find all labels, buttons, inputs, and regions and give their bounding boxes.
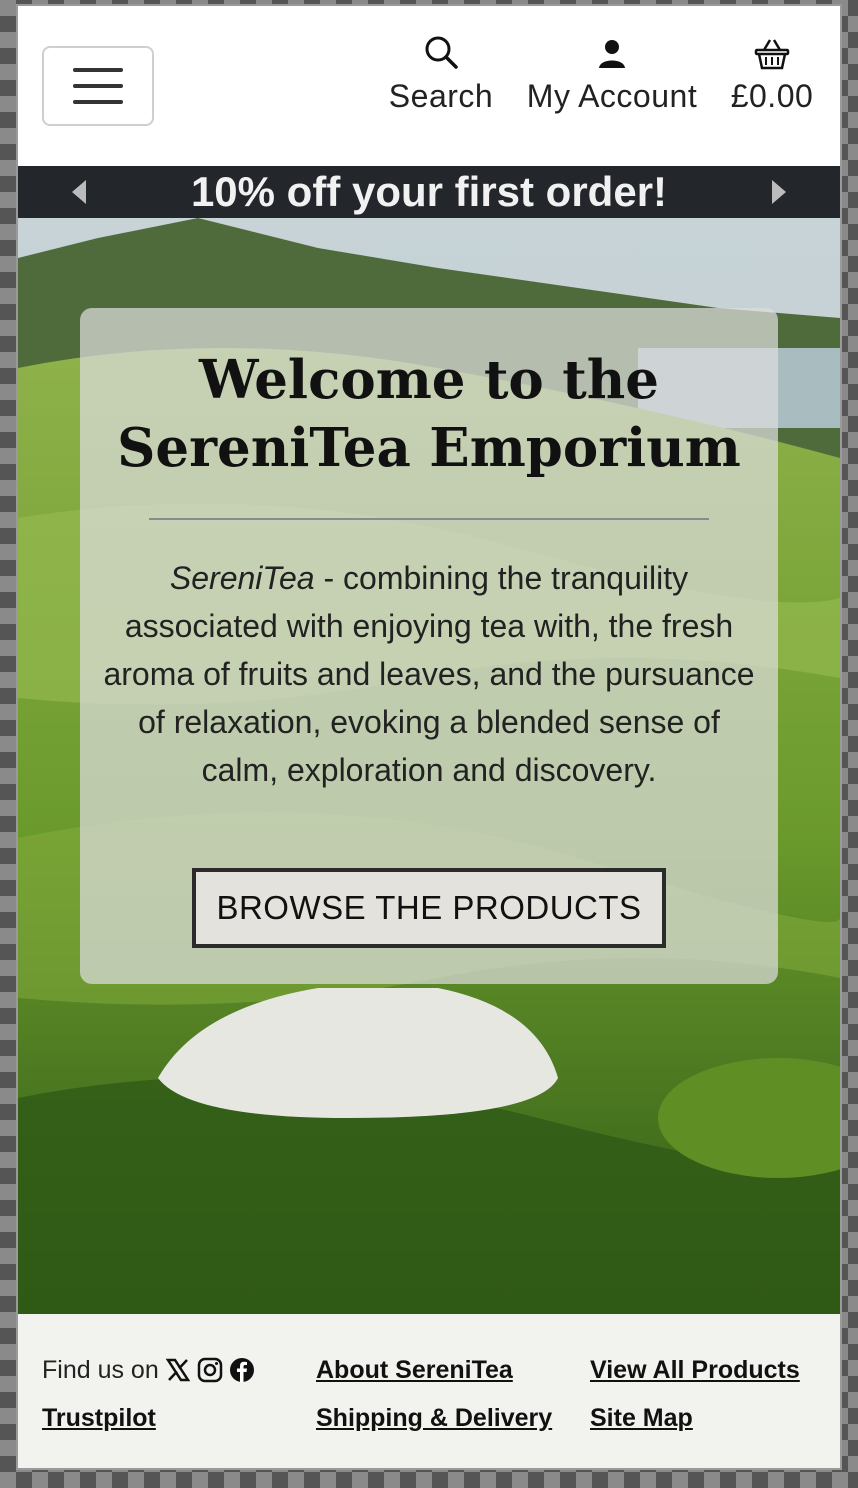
site-map-link[interactable]: Site Map <box>590 1394 830 1442</box>
instagram-icon[interactable] <box>197 1357 223 1383</box>
promo-banner: 10% off your first order! <box>18 166 840 218</box>
basket-icon <box>754 26 790 70</box>
my-account-link[interactable]: My Account <box>516 26 708 115</box>
footer-social-column: Find us on Trustpilot <box>42 1346 292 1442</box>
hero-title-line2: SereniTea Emporium <box>117 417 741 479</box>
hamburger-line <box>73 100 123 104</box>
x-icon[interactable] <box>165 1357 191 1383</box>
hero-description: SereniTea - combining the tranquility as… <box>99 554 759 794</box>
footer-info-column: About SereniTea Shipping & Delivery <box>316 1346 566 1442</box>
find-us-label: Find us on <box>42 1356 159 1384</box>
trustpilot-link[interactable]: Trustpilot <box>42 1394 292 1442</box>
hamburger-line <box>73 68 123 72</box>
shipping-delivery-link[interactable]: Shipping & Delivery <box>316 1394 566 1442</box>
welcome-card: Welcome to the SereniTea Emporium Sereni… <box>80 308 778 984</box>
search-link[interactable]: Search <box>386 26 496 115</box>
promo-text: 10% off your first order! <box>190 168 668 215</box>
cart-link[interactable]: £0.00 <box>726 26 818 115</box>
user-icon <box>597 26 627 70</box>
hero-title-line1: Welcome to the <box>199 349 659 411</box>
hamburger-line <box>73 84 123 88</box>
menu-toggle-button[interactable] <box>42 46 154 126</box>
hero-section: Welcome to the SereniTea Emporium Sereni… <box>18 218 840 1314</box>
about-link[interactable]: About SereniTea <box>316 1346 566 1394</box>
facebook-icon[interactable] <box>229 1357 255 1383</box>
browse-products-button[interactable]: BROWSE THE PRODUCTS <box>192 868 666 948</box>
hero-title: Welcome to the SereniTea Emporium <box>80 346 778 482</box>
site-header: Search My Account £0.00 <box>18 6 840 168</box>
brand-name: SereniTea <box>169 560 315 596</box>
my-account-label: My Account <box>526 78 698 114</box>
site-footer: Find us on Trustpilot About SereniTea Sh… <box>18 1314 840 1468</box>
cart-total: £0.00 <box>730 78 814 114</box>
view-all-products-link[interactable]: View All Products <box>590 1346 830 1394</box>
search-icon <box>423 26 459 70</box>
hero-divider <box>149 518 709 520</box>
page-frame: Search My Account £0.00 10% off your fir… <box>16 4 842 1470</box>
footer-shop-column: View All Products Site Map <box>590 1346 830 1442</box>
search-label: Search <box>388 78 494 114</box>
find-us-row: Find us on <box>42 1346 292 1394</box>
previous-arrow-icon[interactable] <box>72 180 86 204</box>
next-arrow-icon[interactable] <box>772 180 786 204</box>
